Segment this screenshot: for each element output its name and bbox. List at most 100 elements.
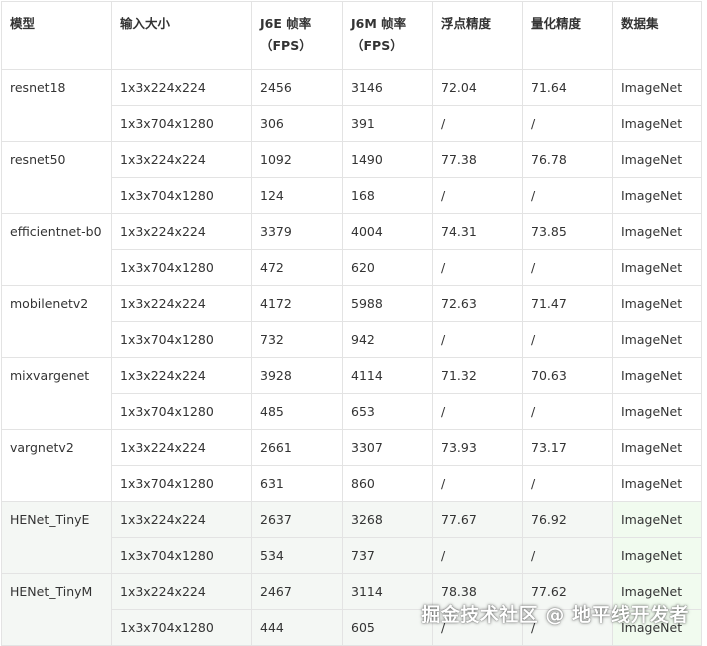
cell-float-accuracy: 74.31 xyxy=(432,213,523,250)
cell-quant-accuracy: 71.64 xyxy=(522,69,613,106)
cell-j6e-fps: 4172 xyxy=(251,285,343,322)
cell-j6m-fps: 168 xyxy=(342,177,433,214)
cell-float-accuracy: / xyxy=(432,537,523,574)
cell-float-accuracy: 77.38 xyxy=(432,141,523,178)
cell-j6e-fps: 2661 xyxy=(251,429,343,466)
cell-j6e-fps: 2456 xyxy=(251,69,343,106)
cell-input-size: 1x3x704x1280 xyxy=(111,105,252,142)
cell-j6e-fps: 1092 xyxy=(251,141,343,178)
cell-j6e-fps: 2467 xyxy=(251,573,343,610)
cell-quant-accuracy: / xyxy=(522,321,613,358)
cell-float-accuracy: / xyxy=(432,249,523,286)
cell-j6m-fps: 391 xyxy=(342,105,433,142)
cell-quant-accuracy: 71.47 xyxy=(522,285,613,322)
cell-j6m-fps: 3114 xyxy=(342,573,433,610)
cell-input-size: 1x3x224x224 xyxy=(111,429,252,466)
cell-j6e-fps: 3379 xyxy=(251,213,343,250)
cell-dataset: ImageNet xyxy=(612,177,702,214)
header-j6e-fps: J6E 帧率 （FPS） xyxy=(251,1,343,70)
cell-float-accuracy: 72.04 xyxy=(432,69,523,106)
cell-input-size: 1x3x704x1280 xyxy=(111,321,252,358)
cell-float-accuracy: / xyxy=(432,105,523,142)
header-row: 模型 输入大小 J6E 帧率 （FPS） J6M 帧率 （FPS） 浮点精度 量… xyxy=(1,1,702,70)
cell-j6e-fps: 3928 xyxy=(251,357,343,394)
cell-j6e-fps: 534 xyxy=(251,537,343,574)
table-row: vargnetv2 1x3x224x224 2661 3307 73.93 73.17 Im… xyxy=(1,429,702,502)
cell-dataset: ImageNet xyxy=(612,501,702,538)
cell-j6m-fps: 860 xyxy=(342,465,433,502)
cell-j6m-fps: 3146 xyxy=(342,69,433,106)
cell-float-accuracy: 71.32 xyxy=(432,357,523,394)
cell-dataset: ImageNet xyxy=(612,357,702,394)
cell-input-size: 1x3x224x224 xyxy=(111,69,252,106)
cell-float-accuracy: 73.93 xyxy=(432,429,523,466)
cell-dataset: ImageNet xyxy=(612,429,702,466)
header-input-size: 输入大小 xyxy=(111,1,252,70)
benchmark-table: 模型 输入大小 J6E 帧率 （FPS） J6M 帧率 （FPS） 浮点精度 量… xyxy=(1,1,702,646)
cell-j6e-fps: 485 xyxy=(251,393,343,430)
cell-input-size: 1x3x704x1280 xyxy=(111,393,252,430)
cell-j6m-fps: 5988 xyxy=(342,285,433,322)
cell-j6m-fps: 3307 xyxy=(342,429,433,466)
cell-dataset: ImageNet xyxy=(612,141,702,178)
table-row: resnet18 1x3x224x224 2456 3146 72.04 71.64 Ima… xyxy=(1,69,702,142)
cell-quant-accuracy: 73.85 xyxy=(522,213,613,250)
cell-dataset: ImageNet xyxy=(612,105,702,142)
cell-quant-accuracy: 76.92 xyxy=(522,501,613,538)
cell-quant-accuracy: / xyxy=(522,249,613,286)
cell-dataset: ImageNet xyxy=(612,537,702,574)
cell-j6m-fps: 1490 xyxy=(342,141,433,178)
source-watermark: 掘金技术社区 @ 地平线开发者 xyxy=(421,604,689,626)
cell-j6e-fps: 306 xyxy=(251,105,343,142)
cell-j6e-fps: 732 xyxy=(251,321,343,358)
table-row: mixvargenet 1x3x224x224 3928 4114 71.32 70.63… xyxy=(1,357,702,430)
cell-input-size: 1x3x224x224 xyxy=(111,141,252,178)
cell-input-size: 1x3x224x224 xyxy=(111,285,252,322)
cell-dataset: ImageNet xyxy=(612,321,702,358)
cell-input-size: 1x3x704x1280 xyxy=(111,465,252,502)
cell-float-accuracy: 72.63 xyxy=(432,285,523,322)
header-dataset: 数据集 xyxy=(612,1,702,70)
cell-model: efficientnet-b0 xyxy=(1,213,112,286)
cell-quant-accuracy: / xyxy=(522,393,613,430)
table-row: resnet50 1x3x224x224 1092 1490 77.38 76.78 Ima… xyxy=(1,141,702,214)
header-float-accuracy: 浮点精度 xyxy=(432,1,523,70)
cell-dataset: ImageNet xyxy=(612,69,702,106)
cell-j6e-fps: 631 xyxy=(251,465,343,502)
cell-j6m-fps: 605 xyxy=(342,609,433,646)
table-row: mobilenetv2 1x3x224x224 4172 5988 72.63 71.47… xyxy=(1,285,702,358)
header-quant-accuracy: 量化精度 xyxy=(522,1,613,70)
cell-float-accuracy: / xyxy=(432,177,523,214)
cell-model: resnet50 xyxy=(1,141,112,214)
cell-input-size: 1x3x704x1280 xyxy=(111,609,252,646)
cell-float-accuracy: / xyxy=(432,393,523,430)
cell-quant-accuracy: / xyxy=(522,537,613,574)
cell-dataset: ImageNet xyxy=(612,285,702,322)
cell-float-accuracy: / xyxy=(432,321,523,358)
cell-j6m-fps: 3268 xyxy=(342,501,433,538)
table-body: resnet18 1x3x224x224 2456 3146 72.04 71.64 Ima… xyxy=(1,69,702,646)
cell-quant-accuracy: 70.63 xyxy=(522,357,613,394)
cell-j6e-fps: 124 xyxy=(251,177,343,214)
cell-model: resnet18 xyxy=(1,69,112,142)
cell-input-size: 1x3x704x1280 xyxy=(111,537,252,574)
cell-j6m-fps: 4114 xyxy=(342,357,433,394)
cell-input-size: 1x3x224x224 xyxy=(111,213,252,250)
cell-input-size: 1x3x224x224 xyxy=(111,573,252,610)
cell-j6m-fps: 653 xyxy=(342,393,433,430)
cell-quant-accuracy: / xyxy=(522,465,613,502)
cell-model: HENet_TinyM xyxy=(1,573,112,646)
cell-input-size: 1x3x704x1280 xyxy=(111,177,252,214)
cell-input-size: 1x3x704x1280 xyxy=(111,249,252,286)
cell-quant-accuracy: 73.17 xyxy=(522,429,613,466)
cell-j6m-fps: 620 xyxy=(342,249,433,286)
cell-j6e-fps: 472 xyxy=(251,249,343,286)
cell-j6e-fps: 444 xyxy=(251,609,343,646)
header-j6m-fps: J6M 帧率 （FPS） xyxy=(342,1,433,70)
cell-model: HENet_TinyE xyxy=(1,501,112,574)
cell-j6m-fps: 4004 xyxy=(342,213,433,250)
table-row: HENet_TinyE 1x3x224x224 2637 3268 77.67 76.92… xyxy=(1,501,702,574)
cell-input-size: 1x3x224x224 xyxy=(111,357,252,394)
table-row: efficientnet-b0 1x3x224x224 3379 4004 74.31 7… xyxy=(1,213,702,286)
cell-j6m-fps: 737 xyxy=(342,537,433,574)
